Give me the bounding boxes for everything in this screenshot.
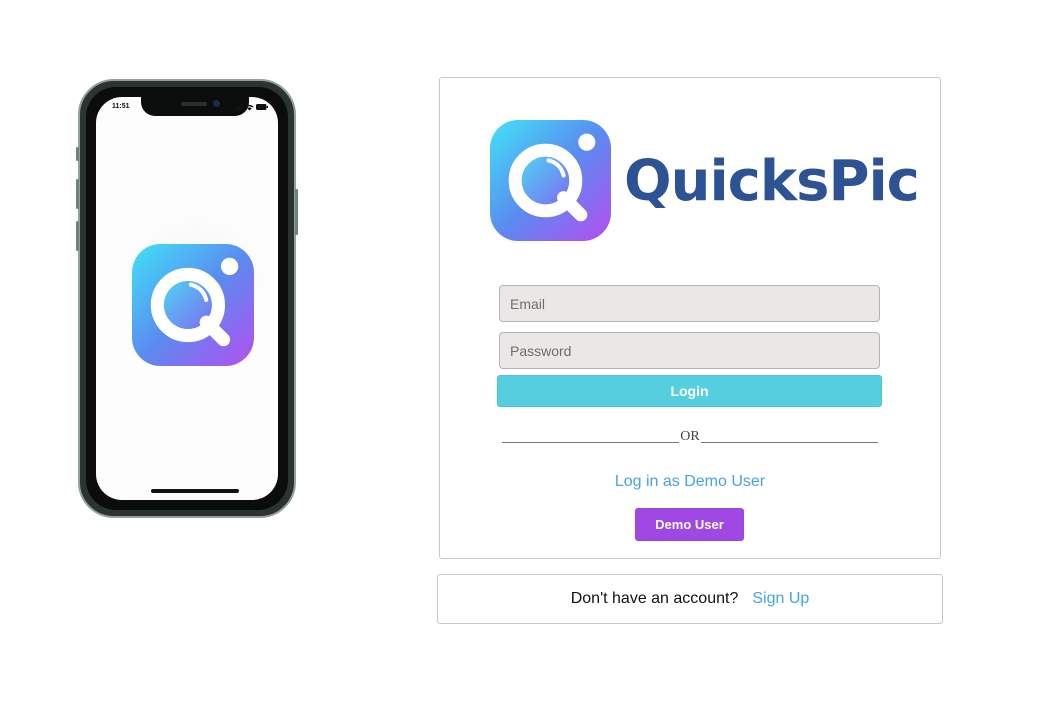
quickspic-logo-icon (490, 120, 611, 241)
front-camera (213, 100, 220, 107)
demo-login-link[interactable]: Log in as Demo User (440, 473, 940, 491)
wifi-icon (245, 104, 254, 111)
or-text: OR (680, 429, 700, 444)
login-card: QuicksPic Login OR Log in as Demo User D… (439, 77, 941, 559)
phone-volume-up-button (76, 179, 79, 209)
demo-user-button[interactable]: Demo User (635, 508, 744, 541)
signup-card: Don't have an account? Sign Up (437, 574, 943, 624)
speaker-grille (181, 102, 207, 106)
phone-power-button (295, 189, 298, 235)
status-time: 11:51 (112, 103, 130, 110)
password-input[interactable] (499, 332, 880, 369)
phone-bezel: 11:51 (86, 87, 288, 510)
app-logo-icon (132, 244, 254, 366)
status-icons (233, 103, 268, 111)
brand-wordmark: QuicksPic (624, 149, 920, 214)
login-button[interactable]: Login (497, 375, 882, 407)
phone-volume-down-button (76, 221, 79, 251)
divider-line-right (700, 442, 879, 443)
home-indicator (151, 489, 239, 493)
login-page: 11:51 QuicksPic Email Login OR Log in as… (0, 0, 1041, 717)
email-input[interactable] (499, 285, 880, 322)
signup-link[interactable]: Sign Up (752, 590, 809, 608)
phone-mute-switch (76, 147, 79, 161)
battery-icon (256, 104, 268, 110)
phone-mockup: 11:51 (76, 79, 298, 518)
or-divider: OR (502, 427, 879, 445)
signup-prompt: Don't have an account? (570, 590, 739, 607)
divider-line-left (502, 442, 680, 443)
signal-icon (233, 103, 243, 111)
phone-screen: 11:51 (96, 97, 278, 500)
